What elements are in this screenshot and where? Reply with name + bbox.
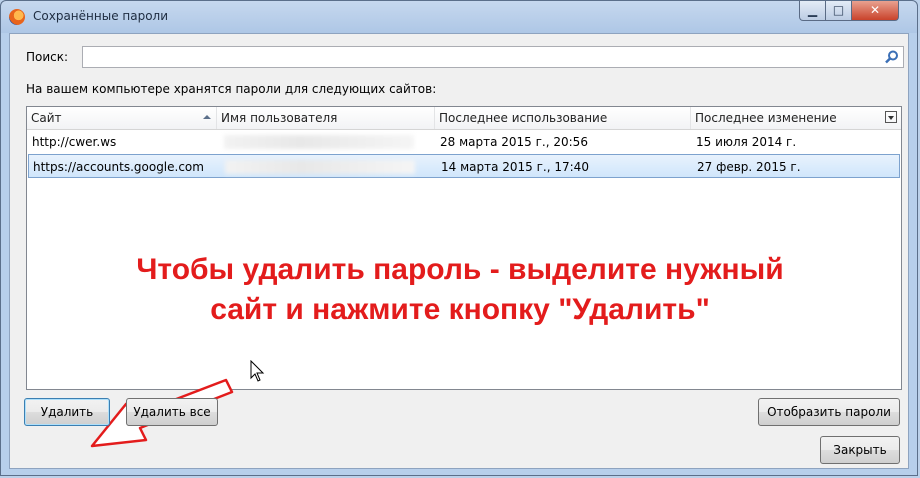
delete-button[interactable]: Удалить [24, 398, 110, 426]
window-title: Сохранённые пароли [33, 9, 169, 23]
column-site[interactable]: Сайт [27, 107, 217, 129]
column-username[interactable]: Имя пользователя [217, 107, 435, 129]
column-last-used[interactable]: Последнее использование [435, 107, 691, 129]
username-redacted [224, 135, 414, 149]
search-input[interactable] [82, 46, 904, 68]
sites-description: На вашем компьютере хранятся пароли для … [26, 82, 437, 96]
column-picker-icon[interactable] [885, 111, 897, 123]
row-last-used: 28 марта 2015 г., 20:56 [440, 135, 588, 149]
column-last-changed-label: Последнее изменение [695, 111, 837, 125]
saved-passwords-window: Сохранённые пароли ▁ □ ✕ Поиск: На вашем… [0, 0, 918, 476]
mouse-cursor-icon [250, 360, 265, 382]
instruction-line-1: Чтобы удалить пароль - выделите нужный [136, 253, 784, 286]
delete-all-button[interactable]: Удалить все [126, 398, 218, 426]
table-row[interactable]: http://cwer.ws 28 марта 2015 г., 20:56 1… [28, 130, 900, 154]
column-last-used-label: Последнее использование [439, 111, 608, 125]
maximize-icon: □ [832, 3, 845, 17]
close-button[interactable]: Закрыть [820, 436, 900, 464]
instruction-annotation: Чтобы удалить пароль - выделите нужный с… [50, 250, 870, 330]
close-window-button[interactable]: ✕ [851, 1, 899, 21]
row-last-changed: 15 июля 2014 г. [696, 135, 797, 149]
row-last-used: 14 марта 2015 г., 17:40 [441, 160, 589, 174]
maximize-button[interactable]: □ [825, 1, 852, 21]
sort-asc-icon [203, 115, 211, 119]
dialog-body: Поиск: На вашем компьютере хранятся паро… [9, 33, 909, 469]
row-site: https://accounts.google.com [33, 160, 204, 174]
instruction-line-2: сайт и нажмите кнопку "Удалить" [210, 293, 710, 326]
search-icon[interactable] [885, 50, 899, 64]
close-icon: ✕ [869, 3, 881, 17]
row-site: http://cwer.ws [32, 135, 117, 149]
table-row-selected[interactable]: https://accounts.google.com 14 марта 201… [28, 154, 900, 178]
search-label: Поиск: [26, 50, 69, 64]
passwords-table[interactable]: Сайт Имя пользователя Последнее использо… [26, 106, 902, 390]
username-redacted [225, 160, 415, 174]
table-header: Сайт Имя пользователя Последнее использо… [27, 107, 901, 130]
title-bar[interactable]: Сохранённые пароли ▁ □ ✕ [1, 1, 917, 33]
firefox-icon [9, 9, 25, 25]
column-last-changed[interactable]: Последнее изменение [691, 107, 881, 129]
row-last-changed: 27 февр. 2015 г. [697, 160, 801, 174]
column-site-label: Сайт [31, 111, 62, 125]
column-username-label: Имя пользователя [221, 111, 338, 125]
show-passwords-button[interactable]: Отобразить пароли [758, 398, 900, 426]
minimize-button[interactable]: ▁ [799, 1, 826, 21]
minimize-icon: ▁ [807, 3, 818, 17]
